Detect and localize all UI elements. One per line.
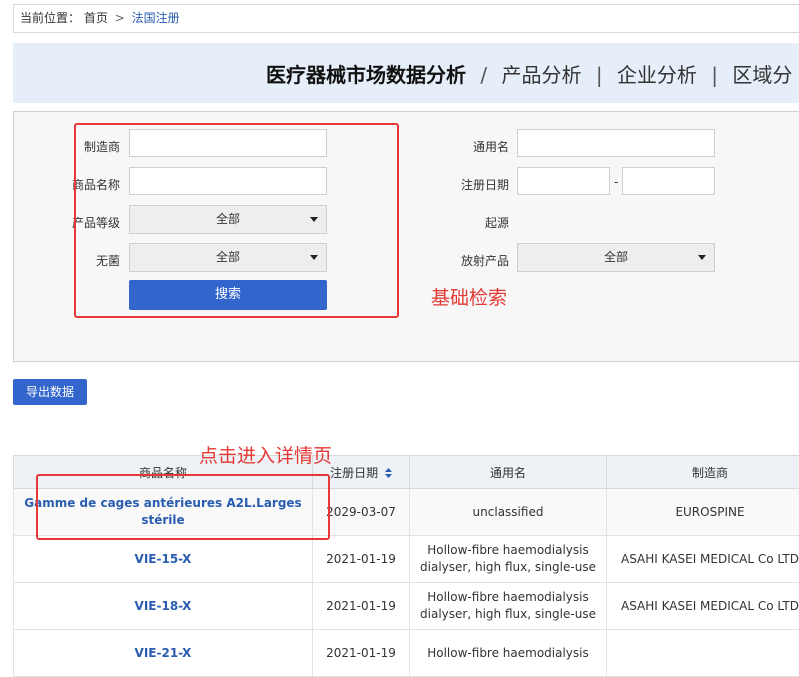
row-product-link[interactable]: VIE-21-X bbox=[14, 630, 313, 677]
row-reg-date: 2021-01-19 bbox=[313, 583, 410, 630]
header-banner: 医疗器械市场数据分析 / 产品分析 | 企业分析 | 区域分 bbox=[13, 43, 799, 103]
annotation-detail-hint: 点击进入详情页 bbox=[199, 441, 332, 468]
breadcrumb-prefix: 当前位置： bbox=[20, 11, 80, 25]
banner-title: 医疗器械市场数据分析 bbox=[266, 63, 466, 87]
table-row: VIE-21-X 2021-01-19 Hollow-fibre haemodi… bbox=[14, 630, 799, 677]
row-generic-name: Hollow-fibre haemodialysis dialyser, hig… bbox=[410, 536, 607, 583]
nav-divider: | bbox=[711, 63, 718, 87]
radiation-select[interactable]: 全部 bbox=[517, 243, 715, 272]
row-generic-name: Hollow-fibre haemodialysis bbox=[410, 630, 607, 677]
row-reg-date: 2021-01-19 bbox=[313, 536, 410, 583]
reg-date-from-input[interactable] bbox=[517, 167, 610, 195]
reg-date-label: 注册日期 bbox=[439, 176, 509, 193]
export-data-button[interactable]: 导出数据 bbox=[13, 379, 87, 405]
annotation-box-basic-search bbox=[74, 123, 399, 318]
breadcrumb-current[interactable]: 法国注册 bbox=[132, 11, 180, 25]
col-reg-date-label: 注册日期 bbox=[330, 466, 378, 480]
generic-name-input[interactable] bbox=[517, 129, 715, 157]
chevron-down-icon bbox=[698, 255, 706, 260]
row-manufacturer: EUROSPINE bbox=[607, 489, 799, 536]
sort-icon[interactable] bbox=[385, 468, 392, 478]
row-product-link[interactable]: VIE-15-X bbox=[14, 536, 313, 583]
banner-divider: / bbox=[480, 63, 487, 87]
nav-region-analysis[interactable]: 区域分 bbox=[732, 63, 792, 87]
origin-label: 起源 bbox=[439, 214, 509, 231]
nav-company-analysis[interactable]: 企业分析 bbox=[617, 63, 697, 87]
breadcrumb-home-link[interactable]: 首页 bbox=[84, 11, 108, 25]
breadcrumb: 当前位置： 首页 > 法国注册 bbox=[13, 4, 799, 33]
annotation-basic-search: 基础检索 bbox=[431, 283, 507, 310]
nav-product-analysis[interactable]: 产品分析 bbox=[501, 63, 581, 87]
row-product-link[interactable]: VIE-18-X bbox=[14, 583, 313, 630]
nav-divider: | bbox=[596, 63, 603, 87]
row-reg-date: 2021-01-19 bbox=[313, 630, 410, 677]
col-generic-name: 通用名 bbox=[410, 456, 607, 489]
row-manufacturer bbox=[607, 630, 799, 677]
row-manufacturer: ASAHI KASEI MEDICAL Co LTD bbox=[607, 583, 799, 630]
col-manufacturer: 制造商 bbox=[607, 456, 799, 489]
generic-name-label: 通用名 bbox=[439, 138, 509, 155]
breadcrumb-separator: > bbox=[115, 11, 125, 25]
row-generic-name: unclassified bbox=[410, 489, 607, 536]
row-generic-name: Hollow-fibre haemodialysis dialyser, hig… bbox=[410, 583, 607, 630]
reg-date-to-input[interactable] bbox=[622, 167, 715, 195]
reg-date-separator: - bbox=[614, 175, 618, 189]
banner-nav: 医疗器械市场数据分析 / 产品分析 | 企业分析 | 区域分 bbox=[266, 59, 792, 88]
radiation-label: 放射产品 bbox=[439, 252, 509, 269]
table-row: VIE-15-X 2021-01-19 Hollow-fibre haemodi… bbox=[14, 536, 799, 583]
table-row: VIE-18-X 2021-01-19 Hollow-fibre haemodi… bbox=[14, 583, 799, 630]
row-manufacturer: ASAHI KASEI MEDICAL Co LTD bbox=[607, 536, 799, 583]
radiation-value: 全部 bbox=[604, 250, 628, 264]
annotation-box-detail bbox=[36, 474, 330, 540]
